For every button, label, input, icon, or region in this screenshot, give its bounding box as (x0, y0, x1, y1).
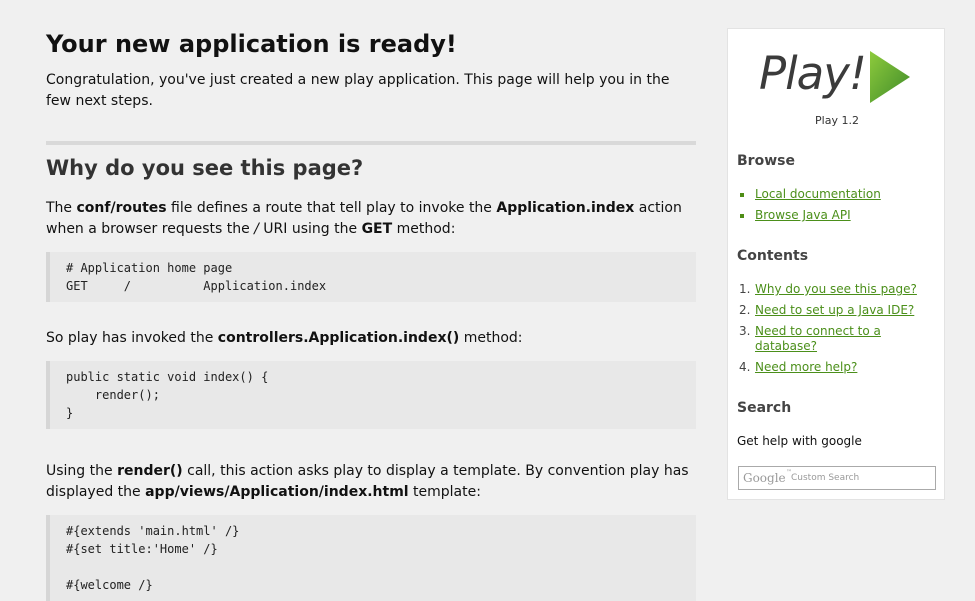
contents-item: 3. Need to connect to a database? (737, 324, 905, 354)
database-link[interactable]: Need to connect to a database? (755, 324, 881, 353)
browse-item: Local documentation (737, 187, 942, 202)
sidebar: Play! Play 1.2 Browse Local documentatio… (727, 28, 945, 500)
item-number: 1. (739, 282, 751, 296)
page-title: Your new application is ready! (46, 30, 457, 58)
play-triangle-icon (870, 51, 910, 103)
google-search-input[interactable]: Google ™ Custom Search (738, 466, 936, 490)
version-label: Play 1.2 (815, 114, 859, 127)
section-title: Why do you see this page? (46, 156, 364, 180)
main-content: Your new application is ready! Congratul… (46, 28, 696, 601)
contents-item: 4. Need more help? (737, 360, 942, 375)
more-help-link[interactable]: Need more help? (755, 360, 857, 374)
template-code-block: #{extends 'main.html' /} #{set title:'Ho… (46, 515, 696, 601)
search-placeholder: Custom Search (791, 473, 860, 483)
play-logo: Play! (728, 39, 946, 119)
contents-heading: Contents (737, 248, 809, 264)
java-ide-link[interactable]: Need to set up a Java IDE? (755, 303, 914, 317)
why-page-link[interactable]: Why do you see this page? (755, 282, 917, 296)
intro-text: Congratulation, you've just created a ne… (46, 72, 670, 109)
controller-paragraph: So play has invoked the controllers.Appl… (46, 330, 523, 346)
routes-paragraph: The conf/routes file defines a route tha… (46, 200, 682, 237)
browse-list: Local documentation Browse Java API (737, 187, 942, 229)
contents-item: 1. Why do you see this page? (737, 282, 942, 297)
divider (46, 141, 696, 145)
play-logo-text: Play! (759, 47, 867, 100)
search-heading: Search (737, 400, 792, 416)
local-documentation-link[interactable]: Local documentation (755, 187, 881, 201)
search-help-text: Get help with google (737, 434, 862, 448)
item-number: 4. (739, 360, 751, 374)
template-paragraph: Using the render() call, this action ask… (46, 463, 689, 500)
contents-list: 1. Why do you see this page? 2. Need to … (737, 282, 942, 381)
browse-item: Browse Java API (737, 208, 942, 223)
bullet-icon (740, 193, 744, 197)
browse-heading: Browse (737, 153, 795, 169)
item-number: 2. (739, 303, 751, 317)
browse-java-api-link[interactable]: Browse Java API (755, 208, 851, 222)
item-number: 3. (739, 324, 751, 338)
controller-code-block: public static void index() { render(); } (46, 361, 696, 429)
contents-item: 2. Need to set up a Java IDE? (737, 303, 942, 318)
routes-code-block: # Application home page GET / Applicatio… (46, 252, 696, 302)
google-brand: Google (743, 471, 786, 485)
bullet-icon (740, 214, 744, 218)
